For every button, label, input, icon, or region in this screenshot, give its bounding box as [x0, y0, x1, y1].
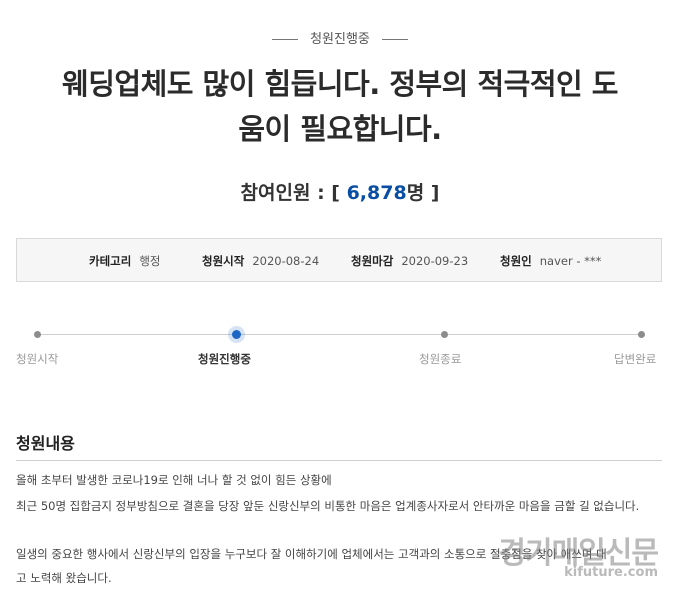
info-deadline: 청원마감 2020-09-23 — [351, 253, 468, 269]
participants-count: 참여인원 : [ 6,878명 ] — [0, 178, 680, 205]
info-petitioner: 청원인 naver - *** — [500, 253, 601, 269]
participants-suffix: 명 ] — [406, 182, 440, 204]
info-start: 청원시작 2020-08-24 — [202, 253, 319, 269]
title-line-1: 웨딩업체도 많이 힘듭니다. 정부의 적극적인 도 — [62, 67, 618, 101]
step-label-ended: 청원종료 — [419, 352, 462, 366]
title-line-2: 움이 필요합니다. — [238, 112, 442, 146]
progress-dot-ended — [441, 331, 448, 338]
progress-dot-answered — [638, 331, 645, 338]
participants-number: 6,878 — [346, 182, 407, 204]
info-start-value: 2020-08-24 — [252, 254, 320, 268]
petition-title: 웨딩업체도 많이 힘듭니다. 정부의 적극적인 도 움이 필요합니다. — [30, 62, 650, 152]
info-deadline-label: 청원마감 — [351, 254, 394, 268]
info-petitioner-value: naver - *** — [539, 254, 602, 268]
content-line: 최근 50명 집합금지 정부방침으로 결혼을 당장 앞둔 신랑신부의 비통한 마… — [16, 499, 640, 513]
progress-track — [37, 334, 641, 335]
step-label-start: 청원시작 — [16, 352, 59, 366]
participants-prefix: 참여인원 : [ — [240, 182, 347, 204]
publisher-watermark: 경기매일신문 kifuture.com — [498, 538, 659, 580]
info-category-value: 행정 — [139, 254, 161, 268]
status-label: 청원진행중 — [310, 32, 370, 47]
info-category-label: 카테고리 — [89, 254, 132, 268]
progress-dot-start — [34, 331, 41, 338]
divider — [381, 39, 408, 40]
section-divider — [16, 460, 662, 461]
petition-info-box: 카테고리 행정 청원시작 2020-08-24 청원마감 2020-09-23 청원인… — [16, 238, 662, 282]
info-start-label: 청원시작 — [202, 254, 245, 268]
step-label-answered: 답변완료 — [614, 352, 657, 366]
divider — [272, 39, 299, 40]
step-label-ongoing: 청원진행중 — [198, 352, 251, 366]
info-category: 카테고리 행정 — [89, 253, 161, 269]
info-deadline-value: 2020-09-23 — [401, 254, 469, 268]
progress-dot-ongoing — [232, 330, 241, 339]
petition-status: 청원진행중 — [0, 28, 680, 47]
content-line: 올해 초부터 발생한 코로나19로 인해 너나 할 것 없이 힘든 상황에 — [16, 473, 332, 487]
info-petitioner-label: 청원인 — [500, 254, 532, 268]
content-section-title: 청원내용 — [16, 434, 75, 453]
